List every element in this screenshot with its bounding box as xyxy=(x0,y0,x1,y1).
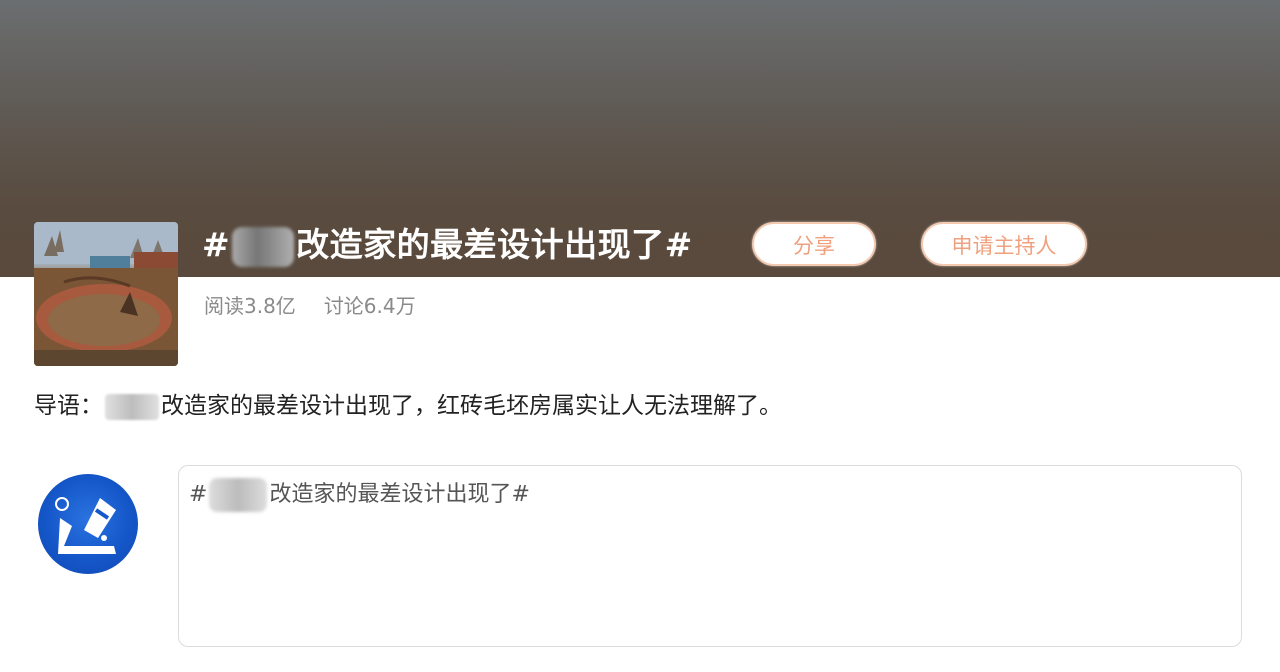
courtyard-photo-icon xyxy=(34,222,178,366)
title-text: 改造家的最差设计出现了# xyxy=(296,225,693,264)
post-editor[interactable]: # 改造家的最差设计出现了# xyxy=(178,465,1242,647)
intro-label: 导语： xyxy=(34,393,103,419)
blurred-name xyxy=(105,393,159,420)
share-button[interactable]: 分享 xyxy=(752,222,876,266)
topic-thumbnail[interactable] xyxy=(34,222,178,366)
blurred-name xyxy=(232,226,295,267)
editor-topic-text: 改造家的最差设计出现了# xyxy=(269,482,530,507)
read-count: 阅读3.8亿 xyxy=(204,294,296,318)
editor-hash: # xyxy=(189,482,208,507)
logo-icon xyxy=(55,497,116,554)
user-avatar[interactable] xyxy=(38,474,138,574)
title-hash: # xyxy=(202,225,231,264)
intro-text: 改造家的最差设计出现了，红砖毛坯房属实让人无法理解了。 xyxy=(161,393,782,419)
blurred-name xyxy=(209,478,268,512)
topic-intro: 导语： 改造家的最差设计出现了，红砖毛坯房属实让人无法理解了。 xyxy=(34,388,782,424)
editor-content[interactable]: # 改造家的最差设计出现了# xyxy=(189,478,530,512)
topic-title: # 改造家的最差设计出现了# xyxy=(202,222,693,268)
apply-host-button[interactable]: 申请主持人 xyxy=(921,222,1087,266)
topic-stats: 阅读3.8亿 讨论6.4万 xyxy=(204,290,444,322)
discussion-count: 讨论6.4万 xyxy=(323,294,416,318)
